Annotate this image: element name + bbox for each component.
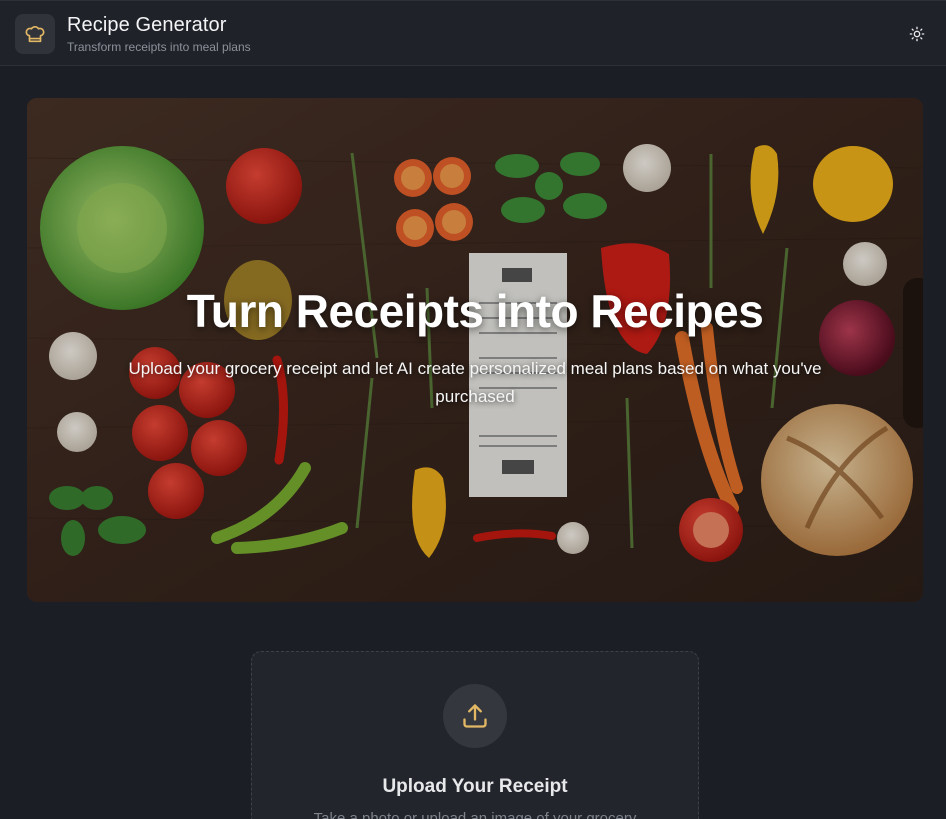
app-subtitle: Transform receipts into meal plans (67, 40, 251, 54)
upload-title: Upload Your Receipt (382, 776, 568, 797)
hero-title: Turn Receipts into Recipes (186, 285, 764, 337)
sun-icon (909, 26, 925, 42)
chef-hat-icon (15, 14, 55, 54)
hero-overlay (27, 98, 923, 602)
hero-banner: Turn Receipts into Recipes Upload your g… (27, 98, 923, 602)
upload-description: Take a photo or upload an image of your … (313, 810, 637, 819)
upload-dropzone[interactable]: Upload Your Receipt Take a photo or uplo… (251, 651, 699, 819)
hero-description: Upload your grocery receipt and let AI c… (128, 359, 822, 406)
app-header: Recipe Generator Transform receipts into… (0, 0, 946, 66)
app-title: Recipe Generator (67, 14, 227, 36)
theme-toggle-button[interactable] (903, 21, 931, 47)
upload-icon (443, 684, 507, 748)
